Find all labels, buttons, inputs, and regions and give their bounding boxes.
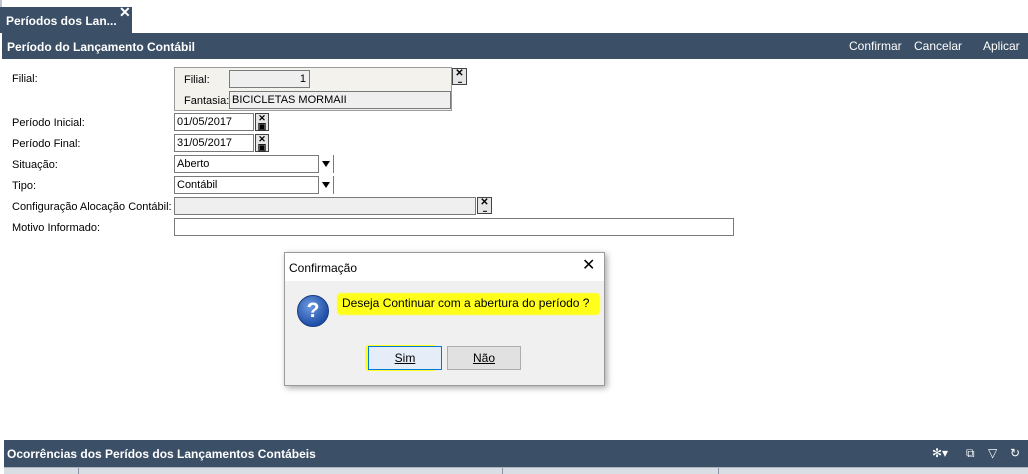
occurrences-header: Ocorrências dos Perídos dos Lançamentos …	[4, 440, 1028, 467]
calendar-icon: ✕ ▣	[257, 113, 267, 131]
nao-button[interactable]: Não	[447, 346, 521, 370]
periodo-inicial-field[interactable]: 01/05/2017	[174, 113, 254, 131]
apply-button[interactable]: Aplicar	[983, 39, 1020, 53]
export-icon[interactable]: ⧉	[966, 446, 975, 461]
periodo-final-label: Período Final:	[12, 138, 81, 150]
filial-lookup-button[interactable]: ✕ ...	[452, 68, 467, 85]
periodo-final-field[interactable]: 31/05/2017	[174, 134, 254, 152]
tipo-chevron-down-icon[interactable]	[318, 176, 333, 194]
config-alocacao-label: Configuração Alocação Contábil:	[12, 201, 172, 213]
calendar-icon: ✕ ▣	[257, 134, 267, 152]
tab-periodos[interactable]: Períodos dos Lan...	[0, 7, 132, 33]
dialog-title: Confirmação	[289, 261, 358, 275]
config-alocacao-field[interactable]	[174, 197, 476, 215]
dialog-close-icon[interactable]: ✕	[582, 258, 595, 274]
tipo-value: Contábil	[177, 179, 218, 191]
confirm-dialog: Confirmação ✕ ? Deseja Continuar com a a…	[284, 252, 605, 386]
filial-code-field[interactable]: 1	[229, 70, 310, 88]
filter-icon[interactable]: ▽	[988, 446, 997, 460]
periodo-inicial-calendar-button[interactable]: ✕ ▣	[255, 113, 269, 131]
filial-lookup-box: Filial: 1 Fantasia: BICICLETAS MORMAII	[174, 67, 452, 111]
situacao-value: Aberto	[177, 158, 210, 170]
tipo-select[interactable]: Contábil	[174, 176, 334, 194]
nao-button-label: Não	[472, 351, 495, 365]
grid-column-divider	[502, 468, 503, 474]
tab-strip: Períodos dos Lan... ✕	[0, 0, 1028, 33]
motivo-field[interactable]	[174, 218, 734, 236]
question-icon: ?	[297, 295, 329, 327]
form-title: Período do Lançamento Contábil	[7, 40, 196, 54]
tab-periodos-label: Períodos dos Lan...	[6, 14, 117, 28]
fantasia-label: Fantasia:	[184, 95, 230, 107]
situacao-label: Situação:	[12, 159, 58, 171]
grid-column-divider	[78, 468, 79, 474]
filial-label: Filial:	[12, 73, 38, 85]
fantasia-field: BICICLETAS MORMAII	[229, 91, 451, 109]
form-header: Período do Lançamento Contábil Confirmar…	[2, 33, 1028, 59]
sim-button[interactable]: Sim	[368, 346, 442, 370]
settings-menu-icon[interactable]: ✻▾	[932, 446, 948, 460]
dialog-titlebar: Confirmação ✕	[285, 253, 604, 281]
filial-inner-label: Filial:	[184, 74, 210, 86]
ellipsis-icon: ...	[457, 76, 463, 85]
situacao-select[interactable]: Aberto	[174, 155, 334, 173]
periodo-inicial-label: Período Inicial:	[12, 117, 85, 129]
situacao-chevron-down-icon[interactable]	[318, 155, 333, 173]
confirm-button[interactable]: Confirmar	[849, 39, 902, 53]
cancel-button[interactable]: Cancelar	[914, 39, 962, 53]
refresh-icon[interactable]: ↻	[1010, 446, 1020, 460]
dialog-message: Deseja Continuar com a abertura do perío…	[342, 296, 590, 310]
tipo-label: Tipo:	[12, 180, 37, 192]
tab-close-icon[interactable]: ✕	[119, 5, 131, 19]
config-alocacao-lookup-button[interactable]: ✕ ...	[477, 197, 492, 214]
ellipsis-icon: ...	[482, 205, 488, 214]
sim-button-label: Sim	[394, 351, 416, 365]
periodo-final-calendar-button[interactable]: ✕ ▣	[255, 134, 269, 152]
occurrences-grid-header	[4, 467, 1028, 474]
occurrences-title: Ocorrências dos Perídos dos Lançamentos …	[7, 447, 316, 461]
motivo-label: Motivo Informado:	[12, 222, 101, 234]
grid-column-divider	[718, 468, 719, 474]
